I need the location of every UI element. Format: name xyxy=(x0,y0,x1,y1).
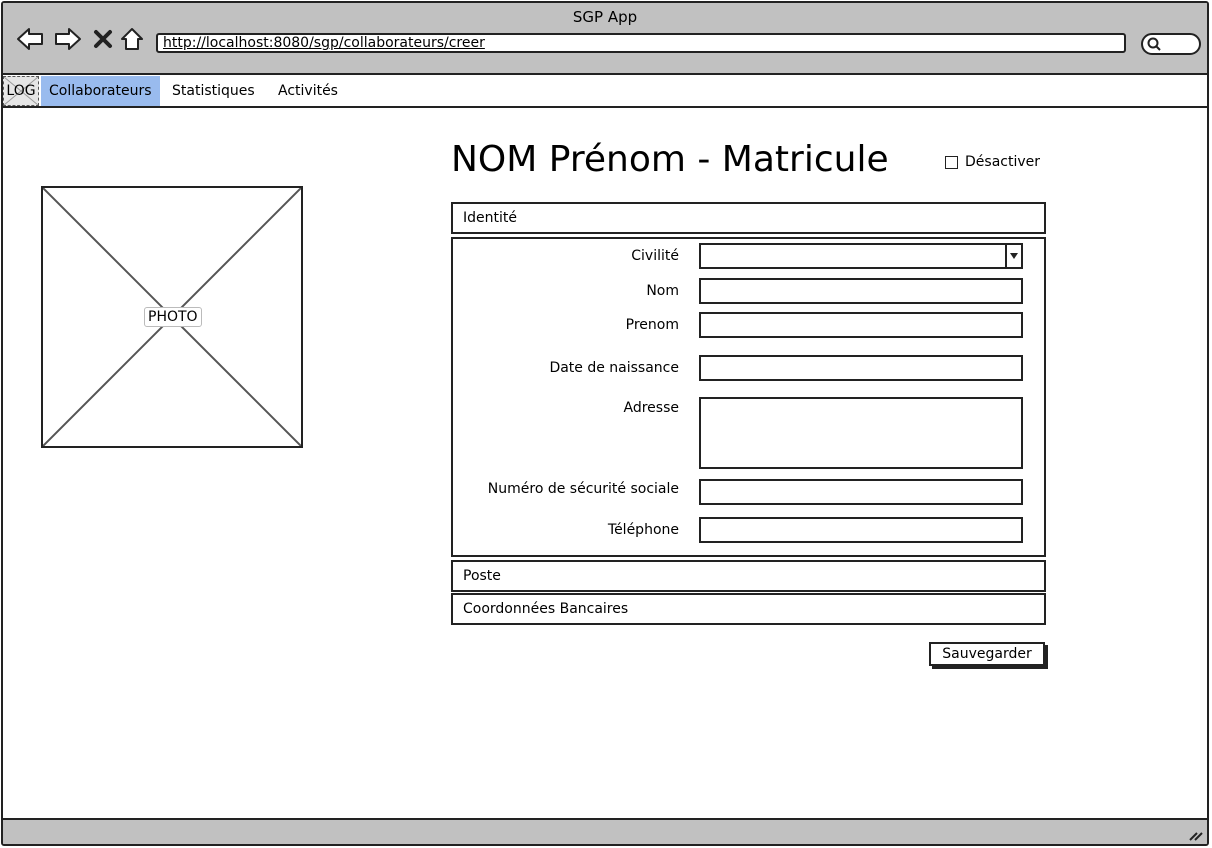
forward-icon[interactable] xyxy=(53,25,83,53)
menu-item-statistiques[interactable]: Statistiques xyxy=(164,76,263,106)
section-identite-header[interactable]: Identité xyxy=(451,202,1046,234)
deactivate-option[interactable]: Désactiver xyxy=(945,154,1040,170)
status-bar xyxy=(3,818,1207,844)
date-naissance-label: Date de naissance xyxy=(549,360,679,376)
secu-input[interactable] xyxy=(699,479,1023,505)
nom-input[interactable] xyxy=(699,278,1023,304)
home-icon[interactable] xyxy=(119,25,145,53)
dropdown-arrow-icon[interactable] xyxy=(1005,245,1021,267)
deactivate-label: Désactiver xyxy=(965,154,1040,170)
window-title: SGP App xyxy=(572,8,638,26)
menu-item-activites[interactable]: Activités xyxy=(270,76,346,106)
url-input[interactable]: http://localhost:8080/sgp/collaborateurs… xyxy=(156,33,1126,53)
civilite-label: Civilité xyxy=(631,248,679,264)
search-icon xyxy=(1147,37,1161,51)
secu-label: Numéro de sécurité sociale xyxy=(487,481,679,497)
section-poste-header[interactable]: Poste xyxy=(451,560,1046,592)
page-title: NOM Prénom - Matricule xyxy=(451,139,889,180)
telephone-input[interactable] xyxy=(699,517,1023,543)
search-field[interactable] xyxy=(1141,33,1201,55)
nom-label: Nom xyxy=(646,283,679,299)
prenom-input[interactable] xyxy=(699,312,1023,338)
stop-icon[interactable] xyxy=(91,25,115,53)
date-naissance-input[interactable] xyxy=(699,355,1023,381)
section-identite-body: Civilité Nom Prenom Date de naissance Ad… xyxy=(451,237,1046,557)
browser-window: SGP App http://localhost:8080/sgp/collab… xyxy=(1,1,1209,846)
photo-placeholder[interactable]: PHOTO xyxy=(41,186,303,448)
menu-bar: LOG Collaborateurs Statistiques Activité… xyxy=(3,76,1207,108)
logo[interactable]: LOG xyxy=(3,76,39,106)
civilite-select[interactable] xyxy=(699,243,1023,269)
deactivate-checkbox[interactable] xyxy=(945,155,958,169)
resize-handle-icon[interactable] xyxy=(1187,826,1203,842)
back-icon[interactable] xyxy=(15,25,45,53)
browser-toolbar: SGP App http://localhost:8080/sgp/collab… xyxy=(3,3,1207,75)
adresse-textarea[interactable] xyxy=(699,397,1023,469)
section-coordonnees-header[interactable]: Coordonnées Bancaires xyxy=(451,593,1046,625)
prenom-label: Prenom xyxy=(625,317,679,333)
save-button[interactable]: Sauvegarder xyxy=(929,642,1045,666)
photo-label: PHOTO xyxy=(144,307,202,327)
logo-label: LOG xyxy=(6,83,36,99)
menu-item-collaborateurs[interactable]: Collaborateurs xyxy=(41,76,160,106)
adresse-label: Adresse xyxy=(623,400,679,416)
telephone-label: Téléphone xyxy=(607,522,679,538)
